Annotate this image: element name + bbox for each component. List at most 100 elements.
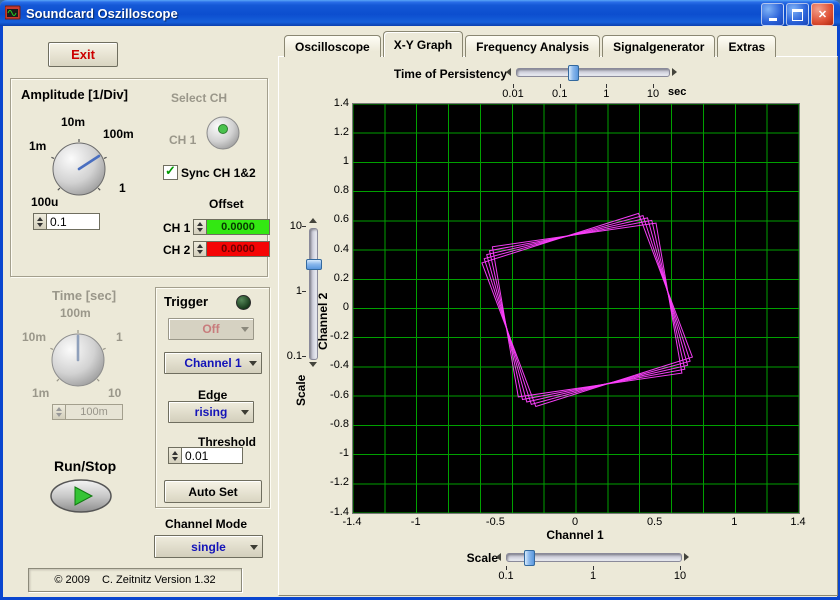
offset-ch2-box[interactable]: 0.0000: [193, 241, 270, 257]
tab-oscilloscope[interactable]: Oscilloscope: [284, 35, 381, 57]
trigger-edge-dropdown[interactable]: rising: [168, 401, 254, 423]
ruler-label: 0.1: [492, 570, 520, 582]
slider-down-arrow-icon[interactable]: [309, 362, 317, 367]
persistency-slider-thumb[interactable]: [568, 65, 579, 81]
maximize-button[interactable]: [786, 3, 809, 26]
threshold-spinner[interactable]: [168, 447, 182, 464]
trigger-group: Trigger Off Channel 1 Edge rising Thresh…: [155, 287, 270, 508]
y-tick-label: 1.4: [334, 97, 349, 109]
x-tick-label: 1: [716, 516, 752, 528]
y-scale-label: Scale: [294, 364, 308, 406]
channel-mode-value: single: [191, 540, 226, 554]
x-tick-label: 1.4: [780, 516, 816, 528]
ruler-label: 1: [592, 88, 620, 100]
chevron-down-icon: [249, 361, 257, 366]
ruler-label: 0.1: [546, 88, 574, 100]
time-knob-label: 10: [108, 386, 121, 400]
titlebar[interactable]: Soundcard Oszilloscope ✕: [0, 0, 840, 26]
xy-plot-area: [352, 103, 800, 514]
close-button[interactable]: ✕: [811, 3, 834, 26]
y-scale-ruler: 1010.1: [284, 226, 306, 356]
offset-ch2-label: CH 2: [163, 243, 190, 257]
x-scale-label: Scale: [450, 551, 498, 565]
runstop-label: Run/Stop: [54, 458, 116, 474]
y-tick-label: 0.4: [334, 243, 349, 255]
select-ch-label: CH 1: [169, 133, 196, 147]
edge-label: Edge: [198, 388, 227, 402]
amplitude-spinner[interactable]: [33, 213, 47, 230]
amplitude-knob-label: 100u: [31, 195, 58, 209]
time-title: Time [sec]: [52, 288, 116, 303]
offset-ch2-field[interactable]: 0.0000: [207, 241, 270, 257]
persistency-unit: sec: [668, 86, 686, 98]
tab-x-y-graph[interactable]: X-Y Graph: [383, 31, 463, 57]
tab-frequency-analysis[interactable]: Frequency Analysis: [465, 35, 600, 57]
persistency-slider[interactable]: [516, 68, 670, 77]
trigger-mode-dropdown[interactable]: Off: [168, 318, 254, 340]
slider-left-arrow-icon[interactable]: [506, 68, 511, 76]
amplitude-knob[interactable]: [47, 137, 111, 201]
time-knob[interactable]: [46, 328, 110, 392]
minimize-icon: [769, 18, 777, 21]
ruler-tick: [302, 356, 306, 357]
trigger-mode-value: Off: [202, 322, 219, 336]
slider-right-arrow-icon[interactable]: [672, 68, 677, 76]
amplitude-knob-label: 1m: [29, 139, 46, 153]
offset-ch1-field[interactable]: 0.0000: [207, 219, 270, 235]
y-axis-title: Channel 2: [316, 264, 330, 350]
slider-up-arrow-icon[interactable]: [309, 218, 317, 223]
time-knob-label: 100m: [60, 306, 91, 320]
y-scale-slider-thumb[interactable]: [306, 259, 322, 270]
amplitude-knob-label: 100m: [103, 127, 134, 141]
time-spinner: [52, 404, 66, 420]
y-tick-label: -1.2: [330, 476, 349, 488]
chevron-down-icon: [241, 410, 249, 415]
copyright: © 2009 C. Zeitnitz Version 1.32: [28, 568, 242, 592]
y-tick-label: -0.2: [330, 330, 349, 342]
channel-mode-dropdown[interactable]: single: [154, 535, 263, 558]
offset-ch1-spinner[interactable]: [193, 219, 207, 235]
select-ch-led: [219, 125, 228, 134]
ruler-label: 10: [639, 88, 667, 100]
sync-checkbox[interactable]: ✓: [163, 165, 178, 180]
copyright-year: © 2009: [54, 574, 90, 586]
exit-button[interactable]: Exit: [48, 42, 118, 67]
select-ch-title: Select CH: [171, 91, 227, 105]
y-tick-label: 0: [343, 301, 349, 313]
ruler-label: 10: [290, 220, 302, 232]
amplitude-value-field[interactable]: 0.1: [47, 213, 100, 230]
threshold-box[interactable]: 0.01: [168, 447, 243, 464]
x-scale-slider[interactable]: [506, 553, 682, 562]
runstop-button[interactable]: [48, 477, 114, 515]
select-ch-knob[interactable]: [203, 113, 243, 153]
trigger-source-value: Channel 1: [184, 356, 241, 370]
x-tick-label: 0.5: [637, 516, 673, 528]
offset-ch1-box[interactable]: 0.0000: [193, 219, 270, 235]
x-scale-slider-thumb[interactable]: [524, 550, 535, 566]
amplitude-value-box[interactable]: 0.1: [33, 213, 100, 230]
minimize-button[interactable]: [761, 3, 784, 26]
auto-set-button[interactable]: Auto Set: [164, 480, 262, 503]
trigger-title: Trigger: [164, 294, 208, 309]
ruler-label: 1: [296, 285, 302, 297]
ruler-label: 10: [666, 570, 694, 582]
tab-extras[interactable]: Extras: [717, 35, 776, 57]
y-scale-slider[interactable]: [309, 228, 318, 360]
amplitude-title: Amplitude [1/Div]: [21, 87, 128, 102]
y-tick-label: -0.4: [330, 359, 349, 371]
offset-ch2-spinner[interactable]: [193, 241, 207, 257]
xy-plot: [353, 104, 799, 513]
trigger-source-dropdown[interactable]: Channel 1: [164, 352, 262, 374]
maximize-icon: [792, 9, 803, 21]
x-tick-label: -0.5: [477, 516, 513, 528]
persistency-scale: 0.010.1110: [513, 84, 653, 100]
offset-title: Offset: [209, 197, 244, 211]
time-knob-label: 10m: [22, 330, 46, 344]
ruler-label: 0.01: [499, 88, 527, 100]
x-tick-label: -1.4: [334, 516, 370, 528]
check-icon: ✓: [165, 166, 176, 176]
slider-right-arrow-icon[interactable]: [684, 553, 689, 561]
slider-left-arrow-icon[interactable]: [496, 553, 501, 561]
tab-signalgenerator[interactable]: Signalgenerator: [602, 35, 715, 57]
threshold-field[interactable]: 0.01: [182, 447, 243, 464]
